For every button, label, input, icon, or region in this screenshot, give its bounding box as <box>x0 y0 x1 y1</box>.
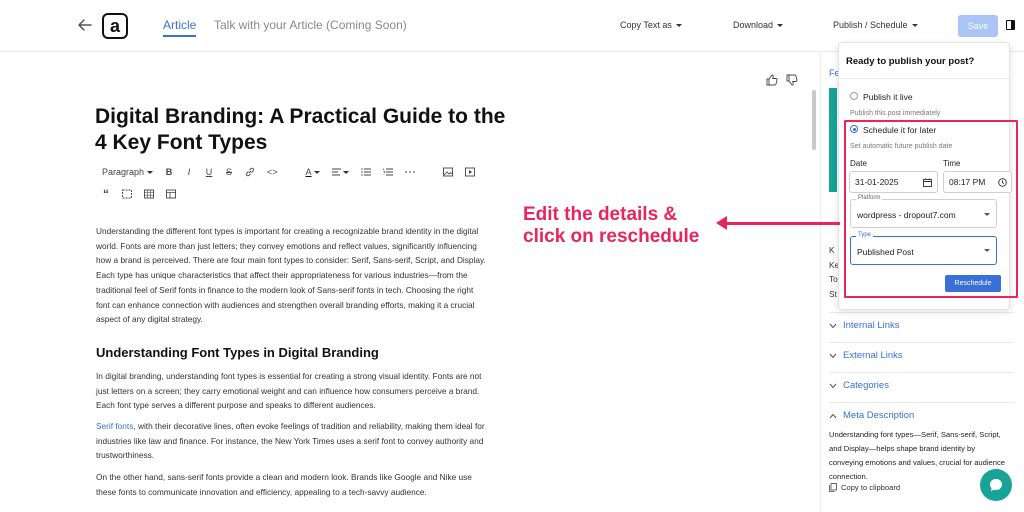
feedback-icons <box>766 74 798 86</box>
publish-live-label[interactable]: Publish it live <box>863 92 913 102</box>
chevron-down-icon <box>675 23 682 27</box>
sidebar-section-meta-description[interactable]: Meta Description <box>829 410 914 421</box>
annotation-arrow-shaft <box>723 222 840 225</box>
copy-icon <box>829 483 837 492</box>
underline-button[interactable]: U <box>205 166 213 178</box>
block-type-select[interactable]: Paragraph <box>102 166 154 178</box>
annotation-callout: Edit the details & click on reschedule <box>523 204 699 248</box>
image-icon[interactable] <box>442 166 453 178</box>
logo-letter: a <box>109 15 120 36</box>
chevron-up-icon <box>829 413 837 418</box>
bullet-list-icon[interactable] <box>360 166 371 178</box>
chevron-down-icon <box>911 23 918 27</box>
code-button[interactable]: <> <box>267 166 278 178</box>
featured-image-thumbnail[interactable] <box>829 88 837 192</box>
chevron-down-icon <box>829 323 837 328</box>
bold-button[interactable]: B <box>165 166 173 178</box>
copy-text-menu[interactable]: Copy Text as <box>620 20 682 30</box>
strikethrough-button[interactable]: S <box>225 166 233 178</box>
back-arrow-icon[interactable] <box>76 16 94 34</box>
sidebar-toggle-icon[interactable] <box>1006 20 1015 30</box>
layout-icon[interactable] <box>166 188 176 200</box>
paragraph-serif[interactable]: Serif fonts, with their decorative lines… <box>96 419 486 463</box>
embed-icon[interactable] <box>122 188 132 200</box>
annotation-line-2: click on reschedule <box>523 226 700 247</box>
video-icon[interactable] <box>464 166 475 178</box>
publish-live-radio[interactable] <box>850 92 858 100</box>
tab-article[interactable]: Article <box>163 18 196 32</box>
sidebar-section-label: External Links <box>843 350 903 361</box>
align-left-icon <box>331 168 341 176</box>
download-menu[interactable]: Download <box>733 20 784 30</box>
sidebar-section-label: Internal Links <box>843 320 900 331</box>
sidebar-divider <box>829 402 1014 403</box>
download-label: Download <box>733 20 774 30</box>
paragraph-font-types[interactable]: In digital branding, understanding font … <box>96 369 486 413</box>
copy-to-clipboard-button[interactable]: Copy to clipboard <box>829 483 900 492</box>
text-color-button[interactable]: A <box>306 166 320 178</box>
italic-button[interactable]: I <box>185 166 193 178</box>
copy-to-clipboard-label: Copy to clipboard <box>841 483 901 492</box>
save-button[interactable]: Save <box>958 15 998 37</box>
chevron-down-icon <box>777 23 784 27</box>
paragraph-sans-serif[interactable]: On the other hand, sans-serif fonts prov… <box>96 470 486 499</box>
chevron-down-icon <box>313 170 320 174</box>
sidebar-section-external-links[interactable]: External Links <box>829 350 903 361</box>
sidebar-section-categories[interactable]: Categories <box>829 380 889 391</box>
sidebar-divider <box>829 342 1014 343</box>
block-type-label: Paragraph <box>102 167 145 177</box>
publish-schedule-label: Publish / Schedule <box>833 20 908 30</box>
paragraph-serif-text: , with their decorative lines, often evo… <box>96 421 485 461</box>
section-heading[interactable]: Understanding Font Types in Digital Bran… <box>96 345 379 360</box>
sidebar-section-label: Categories <box>843 380 889 391</box>
serif-fonts-link[interactable]: Serif fonts <box>96 421 133 431</box>
align-button[interactable] <box>331 166 349 178</box>
publish-live-description: Publish this post immediately <box>850 110 941 117</box>
sidebar-divider <box>829 372 1014 373</box>
editor-scrollbar[interactable] <box>812 90 816 150</box>
article-title[interactable]: Digital Branding: A Practical Guide to t… <box>95 104 515 156</box>
annotation-arrow-head-icon <box>716 216 727 230</box>
active-tab-indicator <box>163 35 196 37</box>
annotation-line-1: Edit the details & <box>523 204 678 225</box>
numbered-list-icon[interactable] <box>382 166 393 178</box>
publish-schedule-menu[interactable]: Publish / Schedule <box>833 20 918 30</box>
chat-bubble-icon <box>990 479 1002 491</box>
chevron-down-icon <box>829 383 837 388</box>
paragraph-intro[interactable]: Understanding the different font types i… <box>96 224 486 327</box>
popover-divider <box>839 78 1009 79</box>
chevron-down-icon <box>147 170 154 174</box>
chevron-down-icon <box>342 170 349 174</box>
copy-text-label: Copy Text as <box>620 20 672 30</box>
sidebar-divider <box>829 312 1014 313</box>
annotation-highlight-box <box>844 120 1018 298</box>
quote-button[interactable]: “ <box>102 187 110 201</box>
link-icon[interactable] <box>245 166 255 178</box>
sidebar-section-label: Meta Description <box>843 410 915 421</box>
chevron-down-icon <box>829 353 837 358</box>
table-icon[interactable] <box>144 188 154 200</box>
editor-toolbar: Paragraph B I U S <> A “ <box>102 166 482 201</box>
sidebar-section-internal-links[interactable]: Internal Links <box>829 320 900 331</box>
horizontal-rule-icon[interactable] <box>404 166 415 178</box>
tab-talk-with-article[interactable]: Talk with your Article (Coming Soon) <box>214 18 407 32</box>
thumbs-down-icon[interactable] <box>786 74 798 86</box>
app-logo[interactable]: a <box>102 13 128 39</box>
chat-support-button[interactable] <box>980 469 1012 501</box>
text-color-label: A <box>305 167 312 177</box>
thumbs-up-icon[interactable] <box>766 74 778 86</box>
popover-title: Ready to publish your post? <box>846 56 975 67</box>
